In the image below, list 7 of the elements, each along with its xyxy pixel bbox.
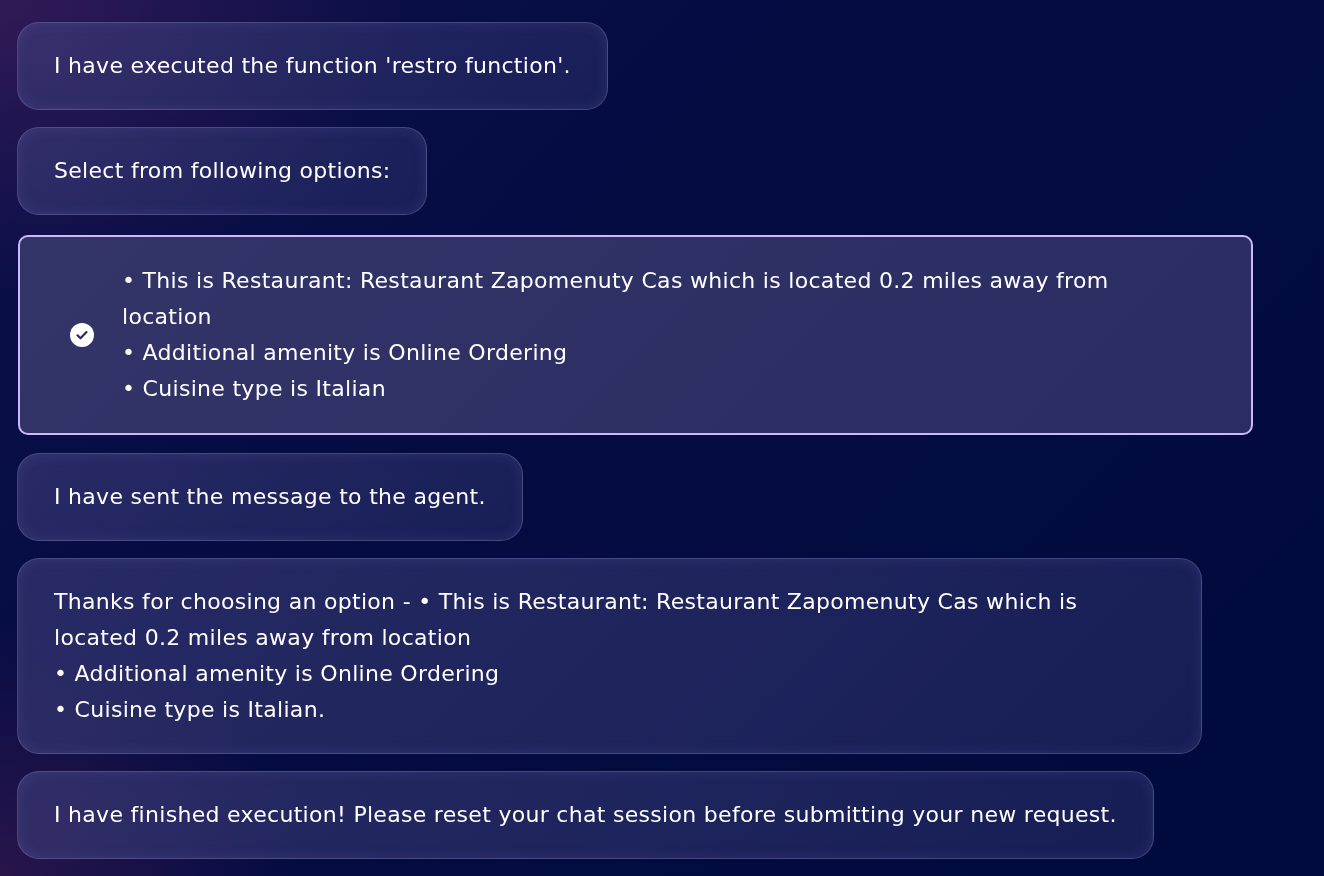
message-text: I have executed the function 'restro function'. — [54, 53, 571, 78]
message-text: I have finished execution! Please reset your chat session before submitting your new request. — [54, 802, 1117, 827]
message-text: I have sent the message to the agent. — [54, 484, 486, 509]
check-circle-icon — [70, 323, 94, 347]
option-card[interactable]: • This is Restaurant: Restaurant Zapomenuty Cas which is located 0.2 miles away from location • Additional amenity is Online Ordering • Cuisine type is Italian — [18, 235, 1253, 435]
message-text: Select from following options: — [54, 158, 391, 183]
message-text: Thanks for choosing an option - • This is Restaurant: Restaurant Zapomenuty Cas which is located 0.2 miles away from location • Additional amenity is Online Ordering • Cuisine type is Italian. — [54, 589, 1078, 722]
